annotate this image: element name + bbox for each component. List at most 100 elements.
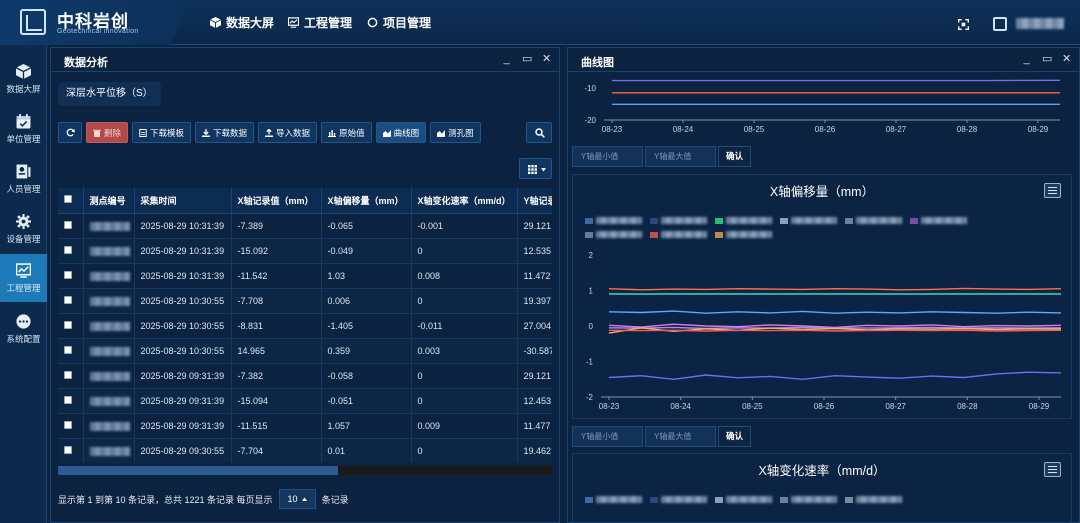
confirm-button[interactable]: 确认 xyxy=(718,426,751,447)
maximize-icon[interactable]: ▭ xyxy=(1042,53,1052,65)
row-checkbox[interactable] xyxy=(58,213,84,239)
borehole-chart-label: 测孔图 xyxy=(448,127,474,138)
row-checkbox[interactable] xyxy=(58,313,84,339)
table-cell: 2025-08-29 10:30:55 xyxy=(134,288,232,314)
sidebar-item-system[interactable]: 系统配置 xyxy=(0,305,47,353)
table-cell: -0.011 xyxy=(411,313,518,339)
columns-toggle-button[interactable] xyxy=(519,158,552,179)
column-header[interactable]: X轴记录值（mm） xyxy=(231,188,322,214)
minimize-icon[interactable]: _ xyxy=(1022,53,1031,65)
table-cell: -15.092 xyxy=(231,238,322,264)
sidebar-item-dashboard[interactable]: 数据大屏 xyxy=(0,55,47,103)
x-tick-label: 08-23 xyxy=(602,125,623,134)
nav-dashboard[interactable]: 数据大屏 xyxy=(210,14,274,31)
table-row[interactable]: 2025-08-29 10:31:39 -7.389 -0.065 -0.001 29.… xyxy=(58,213,552,239)
table-row[interactable]: 2025-08-29 10:30:55 -7.708 0.006 0 19.397 xyxy=(58,288,552,314)
y-min-input[interactable]: Y轴最小值 xyxy=(572,426,643,447)
sidebar-item-engineering[interactable]: 工程管理 xyxy=(0,254,47,302)
curve-chart-label: 曲线图 xyxy=(393,127,420,138)
legend-item[interactable] xyxy=(715,496,772,503)
close-icon[interactable]: ✕ xyxy=(542,53,551,65)
legend-item[interactable] xyxy=(910,217,967,224)
logo[interactable]: 中科岩创 Geotechnical innovation xyxy=(0,0,190,45)
sidebar-item-label: 单位管理 xyxy=(6,134,41,144)
legend-item[interactable] xyxy=(585,496,642,503)
row-checkbox[interactable] xyxy=(58,263,84,289)
table-cell: 12.453 xyxy=(517,388,552,414)
column-header[interactable]: X轴偏移量（mm） xyxy=(321,188,412,214)
fullscreen-icon[interactable] xyxy=(958,19,969,30)
row-checkbox[interactable] xyxy=(58,363,84,389)
table-cell: -11.542 xyxy=(231,263,322,289)
curve-chart-button[interactable]: 曲线图 xyxy=(375,122,427,143)
refresh-button[interactable] xyxy=(58,122,82,143)
table-row[interactable]: 2025-08-29 09:31:39 -15.094 -0.051 0 12.453 xyxy=(58,388,552,414)
table-row[interactable]: 2025-08-29 10:31:39 -15.092 -0.049 0 12.535 xyxy=(58,238,552,264)
sidebar-item-label: 数据大屏 xyxy=(6,84,41,94)
chart-card-x-offset: X轴偏移量（mm） 2 1 0 -1 -2 08-23 08-24 08-25 08-26 08-… xyxy=(572,174,1072,419)
chart-menu-icon[interactable] xyxy=(1044,183,1061,198)
table-cell: 29.121 xyxy=(517,363,552,389)
confirm-button[interactable]: 确认 xyxy=(718,146,751,167)
row-checkbox[interactable] xyxy=(58,238,84,264)
row-checkbox[interactable] xyxy=(58,288,84,314)
chart-menu-icon[interactable] xyxy=(1044,462,1061,477)
search-button[interactable] xyxy=(526,122,552,143)
legend-item[interactable] xyxy=(650,231,707,238)
table-row[interactable]: 2025-08-29 10:30:55 14.965 0.359 0.003 -30.5… xyxy=(58,338,552,364)
row-checkbox[interactable] xyxy=(58,388,84,414)
row-checkbox[interactable] xyxy=(58,338,84,364)
download-template-button[interactable]: 下载模板 xyxy=(132,122,192,143)
table-row[interactable]: 2025-08-29 09:31:39 -11.515 1.057 0.009 11.4… xyxy=(58,413,552,439)
legend-item[interactable] xyxy=(715,231,772,238)
bar-chart-icon xyxy=(328,129,337,137)
row-checkbox[interactable] xyxy=(58,438,84,463)
user-name-redacted[interactable] xyxy=(1016,18,1064,29)
column-header[interactable]: 采集时间 xyxy=(134,188,232,214)
table-row[interactable]: 2025-08-29 09:30:55 -7.704 0.01 0 19.462 xyxy=(58,438,552,463)
page-size-select[interactable]: 10 xyxy=(278,489,316,509)
table-row[interactable]: 2025-08-29 10:30:55 -8.831 -1.405 -0.011 27.… xyxy=(58,313,552,339)
raw-value-button[interactable]: 原始值 xyxy=(321,122,372,143)
sensor-type-tag[interactable]: 深层水平位移（S） xyxy=(58,82,161,106)
legend-item[interactable] xyxy=(650,496,707,503)
close-icon[interactable]: ✕ xyxy=(1062,53,1071,65)
legend-item[interactable] xyxy=(780,496,837,503)
sidebar-item-devices[interactable]: 设备管理 xyxy=(0,205,47,253)
horizontal-scrollbar[interactable] xyxy=(58,466,552,475)
y-max-input[interactable]: Y轴最大值 xyxy=(645,146,716,167)
borehole-chart-button[interactable]: 测孔图 xyxy=(430,122,481,143)
table-row[interactable]: 2025-08-29 10:31:39 -11.542 1.03 0.008 11.47… xyxy=(58,263,552,289)
pagination-summary: 显示第 1 到第 10 条记录，总共 1221 条记录 每页显示 xyxy=(58,494,273,505)
y-max-input[interactable]: Y轴最大值 xyxy=(645,426,716,447)
import-data-button[interactable]: 导入数据 xyxy=(258,122,318,143)
row-checkbox[interactable] xyxy=(58,413,84,439)
nav-engineering[interactable]: 工程管理 xyxy=(288,14,352,31)
scrollbar-thumb[interactable] xyxy=(58,466,338,475)
column-header[interactable]: X轴变化速率（mm/d） xyxy=(411,188,518,214)
legend-item[interactable] xyxy=(650,217,707,224)
y-min-input[interactable]: Y轴最小值 xyxy=(572,146,643,167)
minimize-icon[interactable]: _ xyxy=(502,53,511,65)
delete-button[interactable]: 删除 xyxy=(86,122,129,143)
x-tick-label: 08-23 xyxy=(599,402,620,411)
select-all-checkbox[interactable] xyxy=(58,188,84,214)
x-tick-label: 08-25 xyxy=(742,402,763,411)
legend-item[interactable] xyxy=(780,217,837,224)
legend-item[interactable] xyxy=(585,231,642,238)
legend-item[interactable] xyxy=(585,217,642,224)
sidebar-item-units[interactable]: 单位管理 xyxy=(0,105,47,153)
column-header[interactable]: 测点编号 xyxy=(83,188,135,214)
legend-item[interactable] xyxy=(845,217,902,224)
table-row[interactable]: 2025-08-29 09:31:39 -7.382 -0.058 0 29.121 xyxy=(58,363,552,389)
user-avatar-icon[interactable] xyxy=(993,17,1007,31)
table-cell: 0.359 xyxy=(321,338,412,364)
legend-item[interactable] xyxy=(845,496,902,503)
column-header[interactable]: Y轴记录 xyxy=(517,188,552,214)
nav-project[interactable]: 项目管理 xyxy=(367,14,431,31)
download-data-button[interactable]: 下载数据 xyxy=(195,122,255,143)
maximize-icon[interactable]: ▭ xyxy=(522,53,532,65)
table-cell: -11.515 xyxy=(231,413,322,439)
legend-item[interactable] xyxy=(715,217,772,224)
sidebar-item-staff[interactable]: 人员管理 xyxy=(0,155,47,203)
